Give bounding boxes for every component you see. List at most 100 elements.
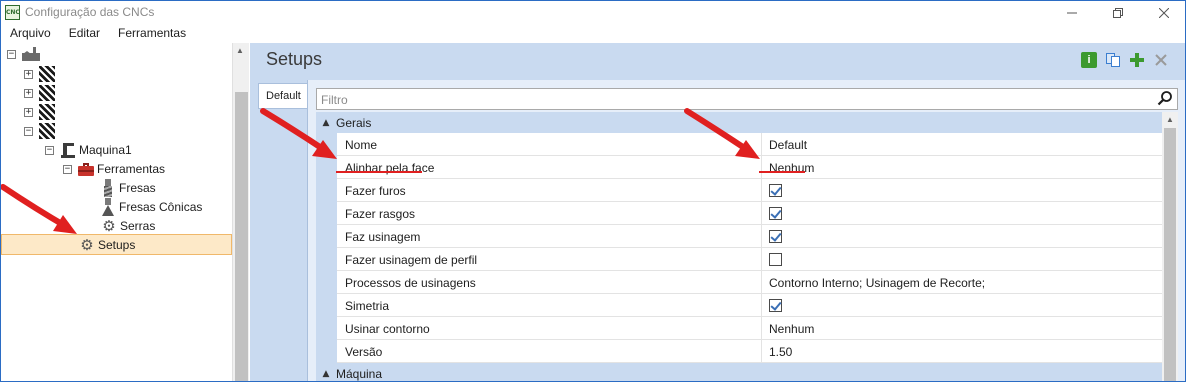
tree-label-serras: Serras: [120, 219, 156, 233]
property-name: Nome: [337, 133, 762, 156]
section-label-maquina: Máquina: [336, 366, 383, 381]
property-name: Versão: [337, 340, 762, 363]
checkbox[interactable]: [769, 253, 782, 266]
property-row[interactable]: Nome Default: [316, 133, 1162, 156]
property-value[interactable]: Contorno Interno; Usinagem de Recorte;: [762, 271, 1162, 294]
tree-node-fresas-conicas[interactable]: Fresas Cônicas: [101, 198, 202, 216]
collapse-icon[interactable]: −: [7, 49, 16, 59]
minimize-icon[interactable]: [1049, 1, 1095, 24]
collapse-chevron-icon[interactable]: ▲: [316, 369, 336, 379]
property-name: Fazer furos: [337, 179, 762, 202]
property-value[interactable]: 1.50: [762, 340, 1162, 363]
property-value[interactable]: Default: [762, 133, 1162, 156]
cnc-config-window: CNC Configuração das CNCs Arquivo Editar…: [0, 0, 1186, 382]
title-bar: CNC Configuração das CNCs: [1, 1, 1185, 24]
collapse-chevron-icon[interactable]: ▲: [316, 118, 336, 128]
setups-panel: Setups i Default Filtro ▲ Gerais Nome De…: [250, 43, 1185, 381]
tree-scroll-thumb[interactable]: [235, 92, 248, 381]
property-value: [762, 225, 1162, 248]
property-name: Usinar contorno: [337, 317, 762, 340]
tree-node-maquina1[interactable]: − Maquina1: [45, 141, 132, 159]
maximize-icon[interactable]: [1095, 1, 1141, 24]
property-row[interactable]: Versão 1.50: [316, 340, 1162, 363]
section-gerais[interactable]: ▲ Gerais: [316, 112, 1162, 133]
menu-arquivo[interactable]: Arquivo: [1, 24, 60, 44]
section-label-gerais: Gerais: [336, 115, 372, 130]
property-value[interactable]: Nenhum: [762, 317, 1162, 340]
annotation-underline-name: [336, 171, 422, 173]
info-icon[interactable]: i: [1081, 52, 1097, 68]
menu-editar[interactable]: Editar: [60, 24, 109, 44]
menu-ferramentas[interactable]: Ferramentas: [109, 24, 195, 44]
tree-node-cnc-4[interactable]: −: [24, 122, 55, 140]
property-name: Fazer usinagem de perfil: [337, 248, 762, 271]
property-value: [762, 248, 1162, 271]
expand-icon[interactable]: +: [24, 107, 33, 117]
filter-input[interactable]: Filtro: [316, 88, 1178, 110]
copy-icon[interactable]: [1105, 52, 1121, 68]
tree-node-cnc-2[interactable]: +: [24, 84, 55, 102]
tree-node-fresas[interactable]: Fresas: [101, 179, 156, 197]
checkbox[interactable]: [769, 230, 782, 243]
menu-bar: Arquivo Editar Ferramentas: [1, 24, 1185, 44]
property-row[interactable]: Alinhar pela face Nenhum: [316, 156, 1162, 179]
tree-node-ferramentas[interactable]: − Ferramentas: [63, 160, 165, 178]
collapse-icon[interactable]: −: [24, 126, 33, 136]
tree-label-maquina1: Maquina1: [79, 143, 132, 157]
delete-icon[interactable]: [1153, 52, 1169, 68]
property-row[interactable]: Fazer furos: [316, 179, 1162, 202]
end-mill-icon: [101, 179, 115, 197]
cnc-machine-icon: [39, 104, 55, 120]
property-value[interactable]: Nenhum: [762, 156, 1162, 179]
tree-scrollbar[interactable]: ▲: [232, 43, 249, 381]
tree-node-cnc-1[interactable]: +: [24, 65, 55, 83]
setup-content: Filtro ▲ Gerais Nome Default Alinhar pel…: [307, 80, 1185, 381]
tree-label-fresas: Fresas: [119, 181, 156, 195]
checkbox[interactable]: [769, 184, 782, 197]
tree-label-ferramentas: Ferramentas: [97, 162, 166, 176]
collapse-icon[interactable]: −: [63, 164, 72, 174]
cnc-machine-icon: [39, 85, 55, 101]
grid-scroll-thumb[interactable]: [1164, 128, 1176, 381]
grid-scrollbar[interactable]: ▲: [1162, 112, 1178, 381]
property-row[interactable]: Fazer rasgos: [316, 202, 1162, 225]
property-row[interactable]: Fazer usinagem de perfil: [316, 248, 1162, 271]
tree-node-root[interactable]: −: [7, 45, 40, 63]
scroll-up-icon[interactable]: ▲: [236, 46, 244, 55]
property-grid: ▲ Gerais Nome Default Alinhar pela face …: [316, 112, 1162, 381]
panel-title: Setups: [266, 49, 323, 69]
toolbox-icon: [78, 162, 94, 176]
property-name: Processos de usinagens: [337, 271, 762, 294]
property-name: Faz usinagem: [337, 225, 762, 248]
property-row[interactable]: Simetria: [316, 294, 1162, 317]
property-row[interactable]: Processos de usinagens Contorno Interno;…: [316, 271, 1162, 294]
tree-node-cnc-3[interactable]: +: [24, 103, 55, 121]
expand-icon[interactable]: +: [24, 69, 33, 79]
scroll-up-icon[interactable]: ▲: [1166, 115, 1174, 124]
checkbox[interactable]: [769, 207, 782, 220]
property-value: [762, 294, 1162, 317]
tree-node-serras[interactable]: ⚙ Serras: [101, 217, 155, 235]
checkbox[interactable]: [769, 299, 782, 312]
annotation-underline-value: [759, 171, 805, 173]
window-title: Configuração das CNCs: [25, 5, 155, 19]
add-icon[interactable]: [1129, 52, 1145, 68]
tree-label-fresas-conicas: Fresas Cônicas: [119, 200, 203, 214]
cnc-app-icon: CNC: [5, 5, 20, 20]
property-row[interactable]: Usinar contorno Nenhum: [316, 317, 1162, 340]
tab-default[interactable]: Default: [258, 83, 308, 109]
close-icon[interactable]: [1141, 1, 1185, 24]
filter-placeholder: Filtro: [321, 93, 348, 107]
property-name: Alinhar pela face: [337, 156, 762, 179]
section-maquina[interactable]: ▲ Máquina: [316, 363, 1162, 381]
saw-blade-icon: ⚙: [102, 217, 116, 235]
search-icon[interactable]: [1156, 90, 1174, 108]
property-name: Simetria: [337, 294, 762, 317]
cnc-machine-icon: [39, 123, 55, 139]
property-value: [762, 202, 1162, 225]
collapse-icon[interactable]: −: [45, 145, 54, 155]
property-row[interactable]: Faz usinagem: [316, 225, 1162, 248]
tree-node-setups[interactable]: ⚙ Setups: [79, 236, 135, 254]
property-value: [762, 179, 1162, 202]
expand-icon[interactable]: +: [24, 88, 33, 98]
